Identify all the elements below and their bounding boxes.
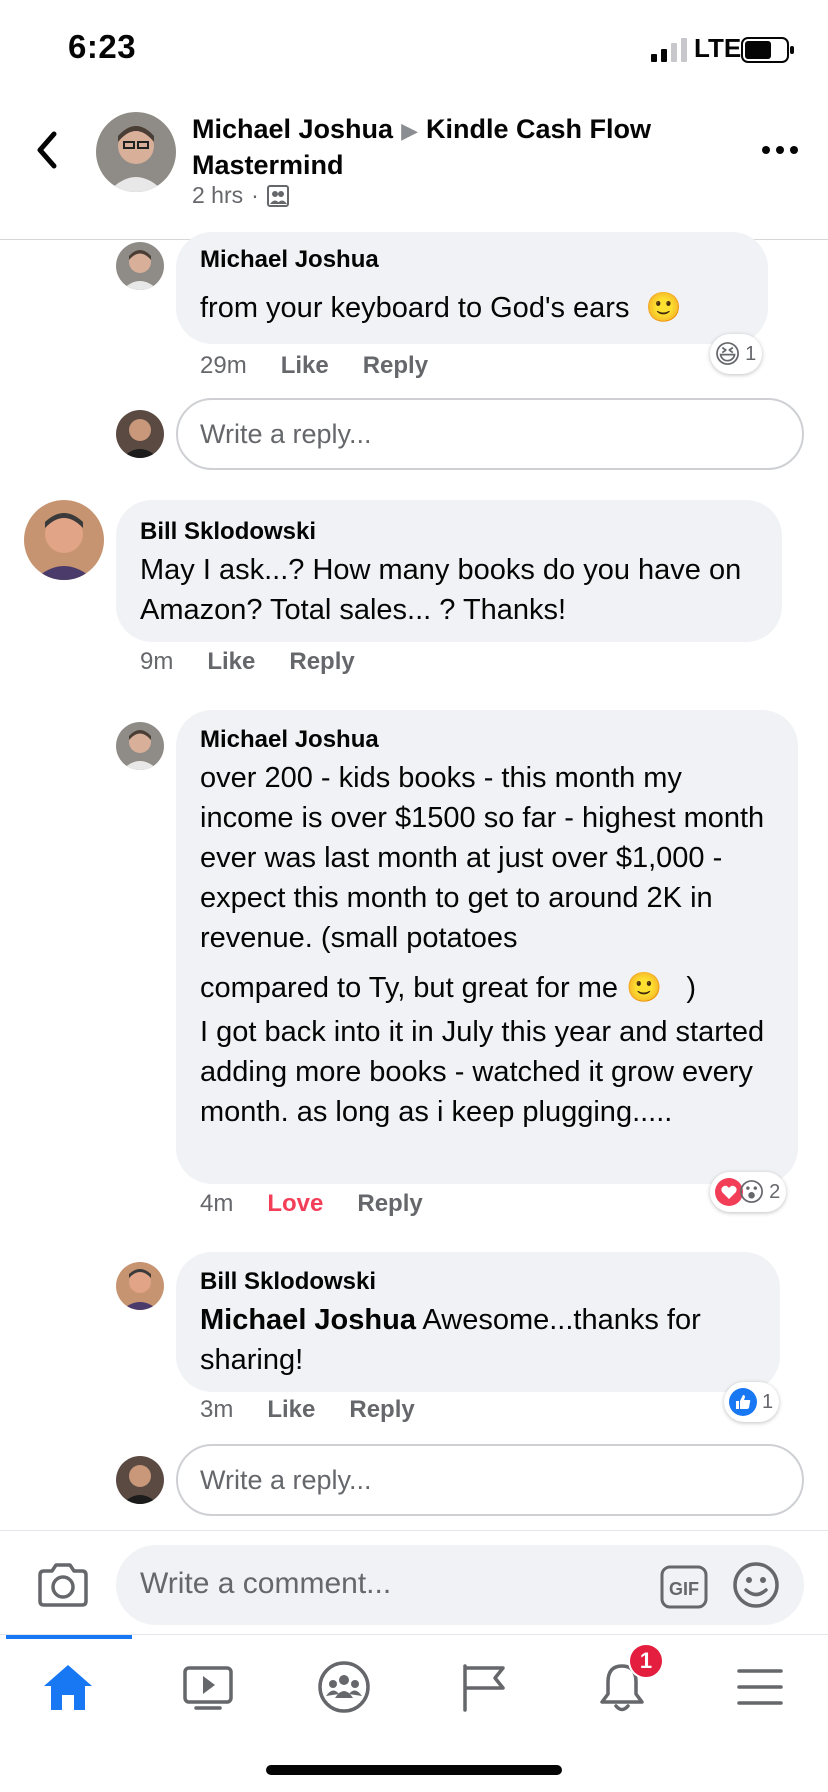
reply-input[interactable]: Write a reply... — [176, 1444, 804, 1516]
love-button[interactable]: Love — [267, 1190, 323, 1218]
more-icon[interactable] — [760, 138, 800, 162]
arrow-right-icon: ▶ — [401, 118, 418, 143]
comment-actions: 29m Like Reply — [200, 352, 428, 380]
network-label: LTE — [694, 33, 742, 63]
emoji-icon[interactable] — [732, 1561, 780, 1609]
comment-text: over 200 - kids books - this month my in… — [200, 762, 765, 954]
comment-body: from your keyboard to God's ears — [200, 292, 630, 324]
reply-input[interactable]: Write a reply... — [176, 398, 804, 470]
wow-reaction-icon: 😮 — [738, 1176, 766, 1207]
post-meta: 2 hrs · — [192, 182, 289, 209]
camera-icon[interactable] — [36, 1561, 90, 1609]
comment-actions: 9m Like Reply — [140, 648, 355, 676]
tab-home[interactable] — [38, 1657, 98, 1717]
signal-icon — [651, 38, 687, 62]
post-header: Michael Joshua ▶ Kindle Cash Flow Mastermi… — [0, 98, 828, 240]
smile-emoji-icon: 🙂 — [645, 292, 682, 324]
comment-text: from your keyboard to God's ears 🙂 — [200, 288, 682, 328]
status-time: 6:23 — [68, 28, 137, 65]
reply-button[interactable]: Reply — [363, 352, 428, 380]
comment-author[interactable]: Michael Joshua — [200, 726, 379, 754]
active-tab-indicator — [6, 1635, 132, 1639]
battery-icon — [741, 37, 794, 63]
comment-actions: 4m Love Reply — [200, 1190, 423, 1218]
reaction-count: 1 — [762, 1390, 774, 1413]
back-icon[interactable] — [28, 126, 68, 174]
mention-link[interactable]: Michael Joshua — [200, 1304, 416, 1336]
comment-time[interactable]: 4m — [200, 1190, 233, 1218]
comment-text: May I ask...? How many books do you have… — [140, 554, 742, 626]
haha-reaction-icon: 😆 — [714, 338, 742, 369]
post-time[interactable]: 2 hrs — [192, 182, 243, 209]
reaction-summary[interactable]: 😆 1 — [710, 334, 763, 374]
avatar — [116, 410, 164, 458]
like-button[interactable]: Like — [267, 1396, 315, 1424]
tab-groups[interactable] — [314, 1657, 374, 1717]
comment-text-line: compared to Ty, but great for me 🙂 ) — [200, 972, 697, 1004]
gif-label: GIF — [669, 1579, 699, 1599]
tab-menu[interactable] — [730, 1657, 790, 1717]
like-button[interactable]: Like — [281, 352, 329, 380]
comment-time[interactable]: 29m — [200, 352, 247, 380]
reply-button[interactable]: Reply — [349, 1396, 414, 1424]
group-icon — [266, 184, 289, 207]
comment-text: Michael Joshua Awesome...thanks for shar… — [200, 1304, 701, 1376]
comment-time[interactable]: 3m — [200, 1396, 233, 1424]
reaction-summary[interactable]: 1 — [724, 1382, 780, 1422]
pages-icon — [463, 1664, 505, 1712]
avatar — [116, 1456, 164, 1504]
avatar[interactable] — [24, 500, 104, 580]
tab-pages[interactable] — [454, 1657, 514, 1717]
reply-button[interactable]: Reply — [357, 1190, 422, 1218]
tab-watch[interactable] — [178, 1657, 238, 1717]
avatar[interactable] — [116, 242, 164, 290]
reaction-count: 1 — [745, 342, 757, 365]
menu-icon — [737, 1669, 783, 1705]
gif-icon[interactable]: GIF — [660, 1565, 708, 1609]
comment-time[interactable]: 9m — [140, 648, 173, 676]
comment-author[interactable]: Bill Sklodowski — [140, 518, 316, 546]
groups-icon — [318, 1661, 370, 1713]
post-author[interactable]: Michael Joshua — [192, 114, 393, 144]
comment-actions: 3m Like Reply — [200, 1396, 415, 1424]
smile-emoji-icon: 🙂 — [626, 972, 663, 1004]
reaction-count: 2 — [769, 1180, 781, 1203]
avatar[interactable] — [116, 722, 164, 770]
comment-text: I got back into it in July this year and… — [200, 1016, 765, 1128]
avatar[interactable] — [116, 1262, 164, 1310]
like-reaction-icon — [729, 1388, 757, 1416]
comment-author[interactable]: Michael Joshua — [200, 246, 379, 274]
reaction-summary[interactable]: 😮 2 — [710, 1172, 787, 1212]
home-icon — [44, 1665, 92, 1710]
notification-badge: 1 — [628, 1643, 664, 1679]
comment-author[interactable]: Bill Sklodowski — [200, 1268, 376, 1296]
separator: · — [251, 182, 259, 208]
post-title[interactable]: Michael Joshua ▶ Kindle Cash Flow Mastermi… — [192, 112, 752, 182]
comment-composer: Write a comment... GIF — [0, 1530, 828, 1634]
watch-icon — [183, 1666, 233, 1710]
home-indicator — [266, 1765, 562, 1775]
tab-bar: 1 — [0, 1634, 828, 1744]
avatar[interactable] — [96, 112, 176, 192]
reply-button[interactable]: Reply — [289, 648, 354, 676]
like-button[interactable]: Like — [207, 648, 255, 676]
